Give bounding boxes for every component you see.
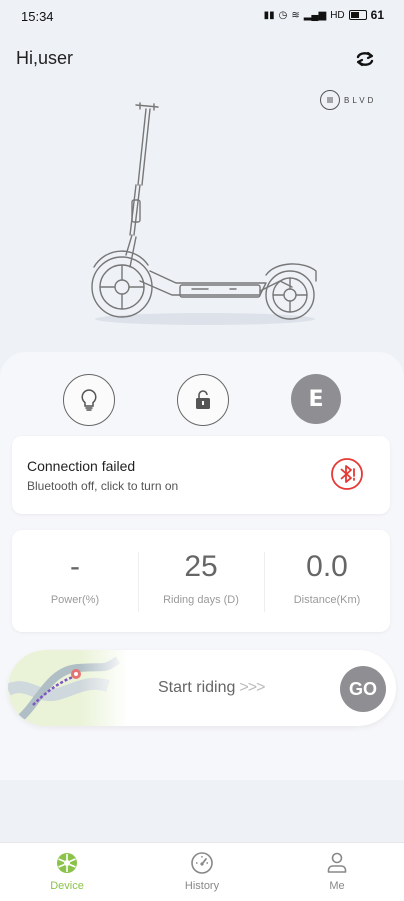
nav-item-me[interactable]: Me	[270, 843, 404, 901]
stats-card: - Power(%) 25 Riding days (D) 0.0 Distan…	[12, 530, 390, 632]
sim-icon: ▮▮	[263, 9, 275, 21]
greeting: Hi,user	[16, 48, 74, 68]
headlight-button[interactable]	[63, 374, 115, 426]
lightbulb-icon	[81, 389, 97, 411]
nav-item-history[interactable]: History	[135, 843, 269, 901]
speedometer-icon	[191, 852, 213, 874]
user-icon	[327, 852, 347, 873]
mode-label: E	[308, 386, 324, 412]
nav-label: Me	[329, 880, 345, 892]
scooter-illustration	[91, 102, 317, 325]
signal-icon: ▂▄▆	[303, 9, 327, 21]
stat-value: 25	[184, 550, 218, 583]
status-time: 15:34	[21, 9, 54, 24]
stat-label: Distance(Km)	[293, 594, 361, 606]
stat-label: Riding days (D)	[163, 594, 239, 606]
mode-button[interactable]: E	[291, 374, 341, 424]
stat-distance: 0.0 Distance(Km)	[264, 530, 390, 632]
stat-label: Power(%)	[50, 594, 100, 606]
stat-riding-days: 25 Riding days (D)	[138, 530, 264, 632]
bluetooth-off-icon[interactable]	[330, 457, 364, 491]
refresh-icon[interactable]	[353, 47, 377, 71]
network-type: HD	[330, 9, 345, 21]
unlock-icon	[196, 390, 210, 409]
go-button[interactable]: GO	[340, 666, 386, 712]
lock-button[interactable]	[177, 374, 229, 426]
status-bar: 15:34 ▮▮ ◷ ≋ ▂▄▆ HD 61	[0, 0, 404, 32]
connection-card[interactable]: Connection failed Bluetooth off, click t…	[12, 436, 390, 514]
start-riding-label: Start riding >>>	[158, 679, 265, 697]
stat-value: -	[70, 550, 80, 583]
stat-value: 0.0	[306, 550, 348, 583]
chevrons-right-icon: >>>	[239, 679, 265, 696]
connection-subtitle: Bluetooth off, click to turn on	[27, 479, 179, 493]
connection-title: Connection failed	[27, 458, 136, 474]
start-riding-card[interactable]: Start riding >>> GO	[8, 650, 396, 726]
battery-level: 61	[370, 8, 384, 22]
brand-name: BLVD	[344, 95, 377, 105]
wifi-icon: ≋	[291, 9, 300, 21]
nav-label: Device	[50, 880, 84, 892]
alarm-icon: ◷	[278, 9, 288, 21]
bottom-nav: Device History Me	[0, 842, 404, 901]
nav-label: History	[184, 880, 220, 892]
battery-icon	[348, 10, 367, 20]
status-icons: ▮▮ ◷ ≋ ▂▄▆ HD 61	[264, 8, 384, 22]
nav-item-device[interactable]: Device	[0, 843, 134, 901]
map-illustration	[8, 650, 128, 726]
start-riding-text: Start riding	[158, 679, 236, 696]
device-wheel-icon	[57, 853, 77, 873]
stat-power: - Power(%)	[12, 530, 138, 632]
